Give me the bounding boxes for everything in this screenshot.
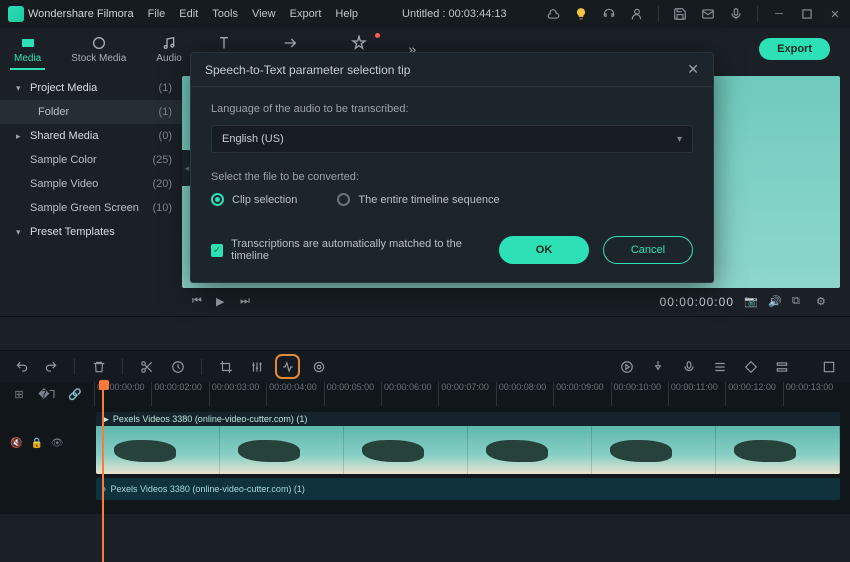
- document-title: Untitled : 00:03:44:13: [402, 8, 507, 20]
- menu-view[interactable]: View: [252, 8, 276, 20]
- radio-clip-selection[interactable]: Clip selection: [211, 193, 297, 206]
- tab-label: Audio: [156, 53, 182, 64]
- snapshot-icon[interactable]: 📷: [744, 295, 758, 309]
- timeline-options-icon[interactable]: ⊞: [10, 385, 28, 403]
- sidebar-item-sample-video[interactable]: Sample Video(20): [0, 172, 182, 196]
- close-icon[interactable]: ✕: [828, 7, 842, 21]
- timeline: ⊞ �⅂ 🔗 00:00:00:0000:00:02:0000:00:03:00…: [0, 382, 850, 514]
- radio-entire-timeline[interactable]: The entire timeline sequence: [337, 193, 499, 206]
- language-select[interactable]: English (US)▾: [211, 125, 693, 153]
- tab-stock-media[interactable]: Stock Media: [67, 31, 130, 70]
- ok-button[interactable]: OK: [499, 236, 589, 264]
- file-select-label: Select the file to be converted:: [211, 171, 693, 183]
- language-label: Language of the audio to be transcribed:: [211, 103, 693, 115]
- menu-bar: File Edit Tools View Export Help: [148, 8, 358, 20]
- chevron-down-icon: ▾: [677, 134, 682, 145]
- maximize-icon[interactable]: [800, 7, 814, 21]
- video-track: 🔇 🔒 👁 ▶Pexels Videos 3380 (online-video-cu…: [10, 412, 840, 474]
- render-icon[interactable]: [619, 359, 634, 374]
- audio-clip[interactable]: ♪Pexels Videos 3380 (online-video-cutter…: [96, 478, 840, 500]
- message-icon[interactable]: [701, 7, 715, 21]
- tab-audio[interactable]: Audio: [152, 31, 186, 70]
- volume-icon[interactable]: 🔊: [768, 295, 782, 309]
- tab-media[interactable]: Media: [10, 31, 45, 70]
- redo-icon[interactable]: [43, 359, 58, 374]
- tips-icon[interactable]: [574, 7, 588, 21]
- sidebar-item-sample-color[interactable]: Sample Color(25): [0, 148, 182, 172]
- menu-export[interactable]: Export: [290, 8, 322, 20]
- track-manager-icon[interactable]: [774, 359, 789, 374]
- time-ruler[interactable]: 00:00:00:0000:00:02:0000:00:03:0000:00:0…: [94, 382, 840, 406]
- speech-to-text-icon[interactable]: [280, 359, 295, 374]
- cloud-icon[interactable]: [546, 7, 560, 21]
- pip-icon[interactable]: ⧉: [792, 295, 806, 309]
- speed-icon[interactable]: [170, 359, 185, 374]
- menu-help[interactable]: Help: [335, 8, 358, 20]
- settings-icon[interactable]: ⚙: [816, 295, 830, 309]
- marker-icon[interactable]: [650, 359, 665, 374]
- tab-label: Stock Media: [71, 53, 126, 64]
- magnet-icon[interactable]: �⅂: [38, 385, 56, 403]
- menu-file[interactable]: File: [148, 8, 166, 20]
- sidebar-item-preset-templates[interactable]: ▾Preset Templates: [0, 220, 182, 244]
- delete-icon[interactable]: [91, 359, 106, 374]
- divider: [658, 6, 659, 22]
- keyframe-icon[interactable]: [743, 359, 758, 374]
- player-bar: [0, 316, 850, 350]
- audio-track: ♪Pexels Videos 3380 (online-video-cutter…: [10, 478, 840, 500]
- crop-icon[interactable]: [218, 359, 233, 374]
- split-icon[interactable]: [139, 359, 154, 374]
- video-clip[interactable]: ▶Pexels Videos 3380 (online-video-cutter…: [96, 412, 840, 474]
- app-logo: [8, 6, 24, 22]
- play-icon[interactable]: ▶: [216, 295, 230, 309]
- clip-label: Pexels Videos 3380 (online-video-cutter.…: [113, 414, 307, 424]
- sidebar-item-shared-media[interactable]: ▸Shared Media(0): [0, 124, 182, 148]
- track-lock-icon[interactable]: 🔒: [30, 438, 42, 449]
- minimize-icon[interactable]: ─: [772, 7, 786, 21]
- mic-icon[interactable]: [729, 7, 743, 21]
- cancel-button[interactable]: Cancel: [603, 236, 693, 264]
- timeline-toolbar: [0, 350, 850, 382]
- sidebar-item-project-media[interactable]: ▾Project Media(1): [0, 76, 182, 100]
- auto-match-checkbox[interactable]: ✓Transcriptions are automatically matche…: [211, 236, 485, 264]
- next-frame-icon[interactable]: ⏭: [240, 295, 254, 309]
- media-sidebar: ▾Project Media(1) Folder(1) ▸Shared Medi…: [0, 70, 182, 288]
- menu-edit[interactable]: Edit: [179, 8, 198, 20]
- auto-beat-icon[interactable]: [311, 359, 326, 374]
- audio-mixer-icon[interactable]: [249, 359, 264, 374]
- sidebar-item-sample-green-screen[interactable]: Sample Green Screen(10): [0, 196, 182, 220]
- export-button[interactable]: Export: [759, 38, 830, 60]
- adjust-icon[interactable]: [712, 359, 727, 374]
- speech-to-text-dialog: Speech-to-Text parameter selection tip✕ …: [190, 52, 714, 283]
- link-icon[interactable]: 🔗: [66, 385, 84, 403]
- sidebar-item-folder[interactable]: Folder(1): [0, 100, 182, 124]
- audio-label: Pexels Videos 3380 (online-video-cutter.…: [111, 484, 305, 494]
- dialog-close-icon[interactable]: ✕: [687, 61, 699, 78]
- prev-frame-icon[interactable]: ⏮: [192, 295, 206, 309]
- tab-label: Media: [14, 53, 41, 64]
- undo-icon[interactable]: [14, 359, 29, 374]
- track-visible-icon[interactable]: 👁: [51, 438, 64, 449]
- record-icon[interactable]: [681, 359, 696, 374]
- menu-tools[interactable]: Tools: [212, 8, 238, 20]
- track-mute-icon[interactable]: 🔇: [10, 438, 22, 449]
- headset-icon[interactable]: [602, 7, 616, 21]
- dialog-title: Speech-to-Text parameter selection tip: [205, 63, 410, 77]
- user-icon[interactable]: [630, 7, 644, 21]
- app-title: Wondershare Filmora: [28, 8, 134, 20]
- preview-controls: ⏮ ▶ ⏭ 00:00:00:00 📷 🔊 ⧉ ⚙: [182, 288, 840, 316]
- titlebar: Wondershare Filmora File Edit Tools View…: [0, 0, 850, 28]
- zoom-fit-icon[interactable]: [821, 359, 836, 374]
- playhead[interactable]: [102, 382, 104, 562]
- divider: [757, 6, 758, 22]
- save-icon[interactable]: [673, 7, 687, 21]
- preview-timecode: 00:00:00:00: [660, 295, 734, 309]
